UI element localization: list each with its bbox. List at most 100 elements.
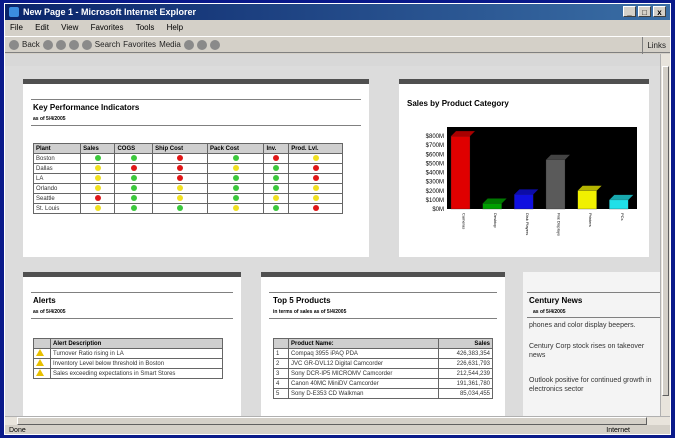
kpi-status-cell <box>152 193 208 204</box>
divider <box>527 292 662 293</box>
alerts-table: Alert Description Turnover Ratio rising … <box>33 338 223 379</box>
vertical-scrollbar[interactable] <box>660 54 670 416</box>
top5-name-header: Product Name: <box>288 338 439 349</box>
kpi-header-row: Plant Sales COGS Ship Cost Pack Cost Inv. Prod… <box>32 143 343 154</box>
y-tick-label: $700M <box>426 143 444 149</box>
news-item[interactable]: Century Corp stock rises on takeover new… <box>529 342 659 360</box>
home-icon[interactable] <box>81 39 92 50</box>
alert-row[interactable]: Turnover Ratio rising in LA <box>33 348 223 359</box>
refresh-icon[interactable] <box>68 39 79 50</box>
menu-file[interactable]: File <box>10 23 23 32</box>
menu-edit[interactable]: Edit <box>35 23 49 32</box>
top5-panel-bar <box>261 272 505 277</box>
y-tick-label: $200M <box>426 189 444 195</box>
kpi-plant-cell: Seattle <box>32 193 82 204</box>
top5-row: 1 Compaq 3955 iPAQ PDA 426,383,354 <box>273 348 494 359</box>
top5-sales: 191,361,780 <box>437 378 494 389</box>
news-asof: as of 5/4/2005 <box>533 309 566 315</box>
x-tick-label: Flat Displays <box>557 213 562 236</box>
news-item[interactable]: Outlook positive for continued growth in… <box>529 376 659 394</box>
menu-view[interactable]: View <box>61 23 78 32</box>
kpi-status-cell <box>263 163 290 174</box>
menu-favorites[interactable]: Favorites <box>91 23 124 32</box>
kpi-title: Key Performance Indicators <box>33 103 140 112</box>
status-green-icon <box>130 194 137 201</box>
status-green-icon <box>273 174 280 181</box>
kpi-header-cell: Plant <box>32 143 82 154</box>
kpi-status-cell <box>288 173 343 184</box>
status-yellow-icon <box>312 154 319 161</box>
chart-panel-bar <box>399 79 649 84</box>
status-red-icon <box>177 174 184 181</box>
kpi-plant-cell: LA <box>32 173 82 184</box>
alert-row[interactable]: Sales exceeding expectations in Smart St… <box>33 368 223 379</box>
mail-icon[interactable] <box>196 39 207 50</box>
y-tick-label: $600M <box>426 152 444 158</box>
status-red-icon <box>312 204 319 211</box>
status-yellow-icon <box>232 204 239 211</box>
horizontal-scrollbar[interactable] <box>5 416 670 425</box>
menu-tools[interactable]: Tools <box>136 23 155 32</box>
chart-panel: Sales by Product Category $0M $100M $200M $… <box>399 79 649 257</box>
alert-row[interactable]: Inventory Level below threshold in Bosto… <box>33 358 223 369</box>
bar <box>514 194 534 210</box>
kpi-status-cell <box>206 193 265 204</box>
warning-icon <box>36 349 44 356</box>
kpi-status-cell <box>263 203 290 214</box>
top5-table: Product Name: Sales 1 Compaq 3955 iPAQ PD… <box>273 338 494 399</box>
kpi-status-cell <box>114 193 154 204</box>
history-icon[interactable] <box>183 39 194 50</box>
alert-description: Inventory Level below threshold in Bosto… <box>50 358 223 369</box>
kpi-status-cell <box>288 153 343 164</box>
kpi-status-cell <box>263 183 290 194</box>
x-tick-label: Disk Players <box>525 213 530 235</box>
horizontal-scroll-thumb[interactable] <box>17 417 647 425</box>
kpi-status-cell <box>80 163 116 174</box>
status-red-icon <box>312 174 319 181</box>
menu-help[interactable]: Help <box>167 23 183 32</box>
forward-icon[interactable] <box>42 39 53 50</box>
bar <box>545 159 566 210</box>
top5-subtitle: in terms of sales as of 5/4/2005 <box>273 309 347 315</box>
y-tick-label: $100M <box>426 198 444 204</box>
top5-product-name: JVC GR-DVL12 Digital Camcorder <box>288 358 439 369</box>
kpi-status-cell <box>80 183 116 194</box>
status-green-icon <box>273 204 280 211</box>
kpi-status-cell <box>80 193 116 204</box>
status-green-icon <box>130 154 137 161</box>
kpi-status-cell <box>288 193 343 204</box>
kpi-header-cell: Ship Cost <box>152 143 208 154</box>
maximize-button[interactable]: □ <box>638 6 651 17</box>
news-item[interactable]: phones and color display beepers. <box>529 321 659 330</box>
alerts-panel: Alerts as of 5/4/2005 Alert Description … <box>23 272 241 416</box>
kpi-status-cell <box>206 183 265 194</box>
back-icon[interactable] <box>9 39 19 50</box>
top5-sales: 426,383,354 <box>437 348 494 359</box>
kpi-status-cell <box>263 153 290 164</box>
bar-side <box>470 131 475 209</box>
minimize-button[interactable]: _ <box>623 6 636 17</box>
back-button[interactable]: Back <box>22 36 40 53</box>
status-yellow-icon <box>177 194 184 201</box>
media-button[interactable]: Media <box>159 36 181 53</box>
status-yellow-icon <box>94 184 101 191</box>
search-button[interactable]: Search <box>95 36 120 53</box>
favorites-button[interactable]: Favorites <box>123 36 156 53</box>
status-red-icon <box>177 164 184 171</box>
close-button[interactable]: x <box>653 6 666 17</box>
y-tick-label: $300M <box>426 180 444 186</box>
top5-rank: 4 <box>273 378 289 389</box>
vertical-scroll-thumb[interactable] <box>662 66 669 396</box>
kpi-row: St. Louis <box>32 203 343 214</box>
status-yellow-icon <box>232 164 239 171</box>
kpi-status-cell <box>114 163 154 174</box>
top5-rank: 2 <box>273 358 289 369</box>
kpi-status-cell <box>80 153 116 164</box>
print-icon[interactable] <box>209 39 220 50</box>
bar <box>450 135 471 210</box>
links-button[interactable]: Links <box>642 37 670 54</box>
stop-icon[interactable] <box>55 39 66 50</box>
status-green-icon <box>273 184 280 191</box>
chart-title: Sales by Product Category <box>407 99 509 108</box>
status-red-icon <box>94 194 101 201</box>
